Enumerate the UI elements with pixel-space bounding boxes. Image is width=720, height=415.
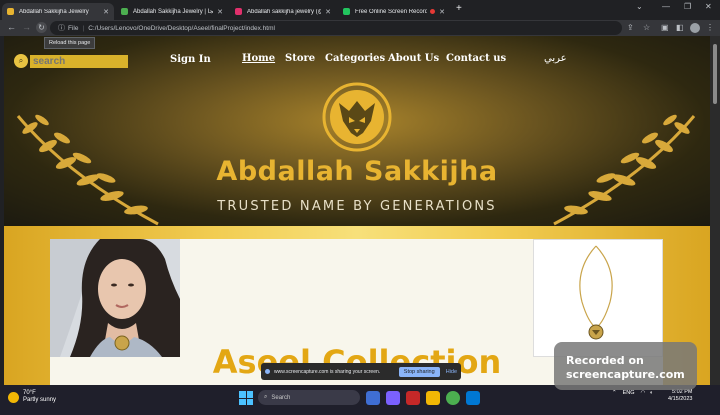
nav-about[interactable]: About Us: [388, 53, 439, 64]
wifi-icon[interactable]: ◠: [641, 390, 646, 396]
maximize-icon[interactable]: ❐: [684, 2, 691, 11]
scrollbar-thumb[interactable]: [713, 44, 717, 104]
clock-date: 4/15/2023: [668, 396, 693, 402]
bookmark-star-icon[interactable]: ☆: [643, 23, 650, 32]
chrome-icon[interactable]: [446, 391, 460, 405]
nav-store[interactable]: Store: [285, 53, 315, 64]
tab-screen-recorder[interactable]: Free Online Screen Recorder ✕: [338, 3, 450, 20]
taskbar-search-box[interactable]: ⌕ Search: [258, 390, 360, 405]
tab-title: Abdallah Sakkijha Jewelry: [19, 8, 89, 15]
model-photo: [50, 239, 180, 357]
hide-share-bar-button[interactable]: Hide: [446, 369, 457, 375]
necklace-photo: [533, 239, 663, 357]
share-text: www.screencapture.com is sharing your sc…: [274, 368, 381, 375]
browser-tab-bar: Abdallah Sakkijha Jewelry ✕ Abdallah Sak…: [0, 0, 720, 20]
nav-home[interactable]: Home: [242, 53, 275, 64]
info-icon: ⓘ: [58, 25, 65, 32]
forward-icon[interactable]: →: [22, 22, 31, 32]
nav-categories[interactable]: Categories: [325, 53, 385, 64]
close-tab-icon[interactable]: ✕: [439, 8, 445, 16]
system-tray: ⌃ ENG ◠ ◖: [612, 390, 653, 396]
close-tab-icon[interactable]: ✕: [103, 8, 109, 16]
sharing-icon: [265, 369, 270, 374]
url-field[interactable]: ⓘ File | C:/Users/Lenovo/OneDrive/Deskto…: [50, 21, 622, 35]
recorded-watermark: Recorded on screencapture.com: [554, 342, 697, 390]
url-text: C:/Users/Lenovo/OneDrive/Desktop/Aseel/f…: [88, 24, 275, 32]
brand-emblem-icon: [322, 82, 392, 152]
necklace-icon: [579, 245, 613, 340]
weather-condition: Partly sunny: [23, 397, 57, 403]
new-tab-button[interactable]: +: [456, 3, 462, 14]
side-panel-icon[interactable]: ◧: [676, 23, 684, 32]
vscode-icon[interactable]: [466, 391, 480, 405]
partly-sunny-icon: [8, 391, 19, 403]
brand-title: Abdallah Sakkijha: [216, 156, 498, 187]
tab-search-icon[interactable]: ⌄: [636, 2, 643, 11]
brand-tagline: TRUSTED NAME BY GENERATIONS: [217, 199, 497, 214]
chevron-up-icon[interactable]: ⌃: [612, 390, 617, 396]
screen-share-bar: www.screencapture.com is sharing your sc…: [261, 363, 461, 380]
search-input[interactable]: [30, 54, 128, 68]
weather-widget[interactable]: 70°F Partly sunny: [8, 390, 56, 404]
menu-icon[interactable]: ⋮: [706, 23, 714, 32]
profile-avatar[interactable]: [690, 23, 700, 33]
search-area: ⌕: [14, 54, 128, 68]
close-window-icon[interactable]: ✕: [705, 2, 712, 11]
reload-tooltip: Reload this page: [44, 37, 96, 49]
recording-dot-icon: [430, 9, 436, 14]
search-icon: ⌕: [264, 394, 268, 400]
search-icon[interactable]: ⌕: [14, 54, 28, 68]
tab-title: Free Online Screen Recorder: [355, 8, 428, 15]
taskbar-search-label: Search: [271, 394, 291, 401]
watermark-line1: Recorded on: [566, 354, 644, 367]
tab-title: Abdallah Sakkijha Jewelry | عبدالله سقيج…: [133, 9, 214, 15]
teams-chat-icon[interactable]: [386, 391, 400, 405]
extensions-icon[interactable]: ▣: [661, 23, 669, 32]
close-tab-icon[interactable]: ✕: [217, 8, 223, 16]
url-separator: |: [82, 24, 85, 32]
close-tab-icon[interactable]: ✕: [325, 8, 331, 16]
tab-favicon-icon: [121, 8, 128, 15]
tab-jewelry-local[interactable]: Abdallah Sakkijha Jewelry ✕: [2, 3, 114, 20]
minimize-icon[interactable]: —: [662, 2, 670, 11]
reload-icon[interactable]: ↻: [36, 22, 47, 33]
tab-favicon-icon: [343, 8, 350, 15]
nav-contact[interactable]: Contact us: [446, 53, 506, 64]
volume-icon[interactable]: ◖: [649, 390, 652, 396]
tab-title: Abdallah sakkijha jewelry (@abd...: [247, 8, 321, 15]
tab-favicon-icon: [7, 8, 14, 15]
language-indicator[interactable]: ENG: [623, 390, 635, 396]
clock-time: 5:02 PM: [671, 389, 693, 395]
language-toggle[interactable]: عربي: [544, 53, 567, 64]
tab-favicon-icon: [235, 8, 242, 15]
stop-sharing-button[interactable]: Stop sharing: [398, 366, 440, 377]
app-red-icon[interactable]: [406, 391, 420, 405]
watermark-line2: screencapture.com: [566, 368, 685, 381]
address-bar-row: ← → ↻ ⓘ File | C:/Users/Lenovo/OneDrive/…: [0, 20, 720, 36]
taskbar-clock[interactable]: 5:02 PM 4/15/2023: [668, 389, 692, 403]
signin-link[interactable]: Sign In: [170, 54, 211, 65]
tab-jewelry-site[interactable]: Abdallah Sakkijha Jewelry | عبدالله سقيج…: [116, 3, 228, 20]
url-scheme-label: File: [68, 24, 79, 32]
task-view-icon[interactable]: [366, 391, 380, 405]
share-icon[interactable]: ⇪: [627, 23, 634, 32]
temperature: 70°F: [23, 390, 36, 396]
web-page: ⌕ Sign In Home Store Categories About Us…: [4, 36, 710, 385]
file-explorer-icon[interactable]: [426, 391, 440, 405]
back-icon[interactable]: ←: [7, 22, 16, 32]
tab-instagram[interactable]: Abdallah sakkijha jewelry (@abd... ✕: [230, 3, 336, 20]
windows-start-icon[interactable]: [239, 391, 253, 405]
